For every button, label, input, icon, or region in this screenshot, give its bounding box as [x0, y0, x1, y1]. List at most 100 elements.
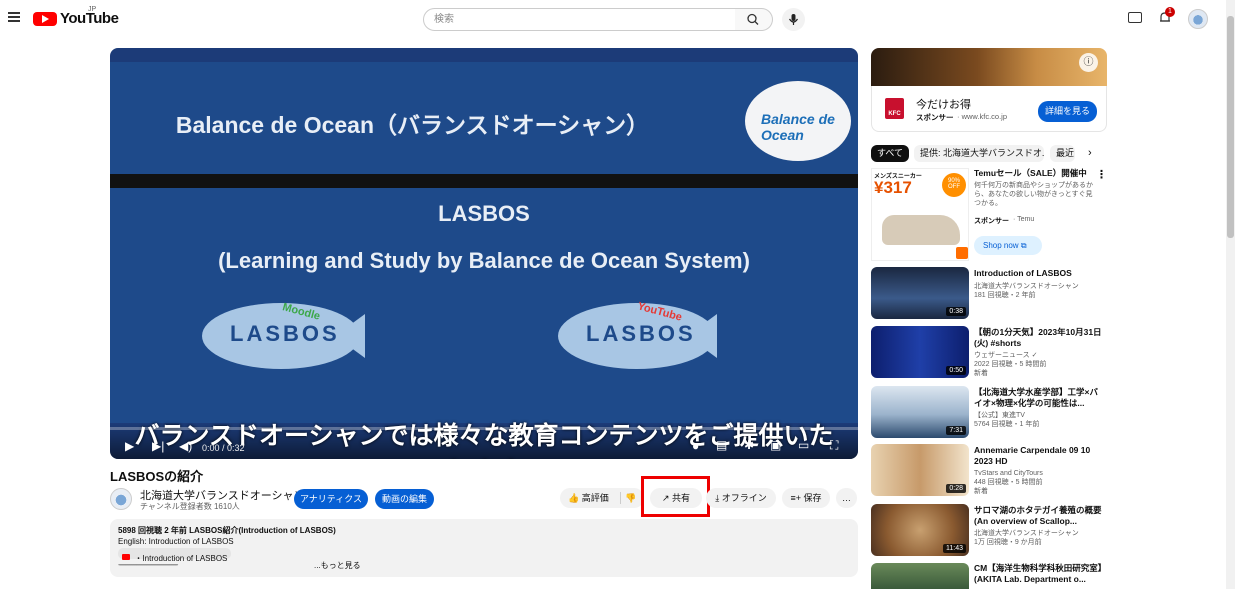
save-label: 保存	[803, 493, 822, 503]
youtube-logo-icon[interactable]	[33, 12, 57, 26]
rec-thumbnail[interactable]: 0:28	[871, 444, 969, 496]
description-divider: ----------------------------------------…	[118, 560, 178, 569]
volume-icon[interactable]: ◀)	[179, 439, 192, 453]
rec-channel[interactable]: 北海道大学バランスドオーシャン	[974, 529, 1102, 538]
balance-de-ocean-logo: Balance de Ocean	[745, 81, 851, 161]
chip-channel[interactable]: 提供: 北海道大学バランスドオ...	[914, 145, 1044, 162]
fullscreen-icon[interactable]: ⛶	[830, 438, 838, 453]
rec-meta: 448 回視聴・5 時間前	[974, 479, 1043, 486]
external-link-icon: ⧉	[1020, 241, 1027, 250]
rec-duration: 11:43	[943, 544, 966, 553]
share-highlight-box	[641, 476, 710, 517]
menu-icon[interactable]	[8, 12, 20, 22]
time-display: 0:00 / 0:32	[202, 443, 245, 453]
rec-title[interactable]: CM【海洋生物科学科秋田研究室】(AKITA Lab. Department o…	[974, 563, 1102, 585]
rec-meta: 181 回視聴・2 年前	[974, 292, 1036, 299]
rec-meta: 1万 回視聴・9 か月前	[974, 539, 1042, 546]
more-actions-button[interactable]: …	[836, 488, 857, 508]
play-icon[interactable]: ▶	[125, 439, 134, 453]
edit-video-button[interactable]: 動画の編集	[375, 489, 434, 509]
more-vert-icon[interactable]: ⋮	[1096, 168, 1107, 181]
rec-thumbnail[interactable]: 11:43	[871, 504, 969, 556]
download-icon: ⤓	[715, 493, 720, 503]
ad-title[interactable]: 今だけお得	[916, 96, 971, 112]
video-player[interactable]: Balance de Ocean（バランスドオーシャン） Balance de …	[110, 48, 858, 459]
account-avatar[interactable]	[1188, 9, 1208, 29]
rec-channel[interactable]: 【公式】東進TV	[974, 411, 1102, 420]
offline-label: オフライン	[721, 493, 767, 503]
rec-thumbnail[interactable]: 0:50	[871, 326, 969, 378]
show-more-link[interactable]: ...もっと見る	[314, 560, 361, 571]
region-label: JP	[88, 6, 97, 13]
rec-channel[interactable]: TvStars and CityTours	[974, 469, 1102, 478]
thumbs-down-icon[interactable]: 👎	[625, 488, 636, 508]
chip-all[interactable]: すべて	[871, 145, 910, 162]
miniplayer-icon[interactable]: ▣	[770, 438, 781, 452]
like-dislike-group: 👍 高評価 👎	[560, 488, 644, 508]
autoplay-icon[interactable]: ●	[692, 439, 699, 453]
captions-icon[interactable]: ▤	[716, 438, 727, 452]
rec-duration: 0:38	[946, 307, 966, 316]
notification-badge: 1	[1165, 7, 1175, 17]
rec-duration: 7:31	[946, 426, 966, 435]
rec-thumbnail[interactable]	[871, 563, 969, 589]
temu-sponsor-label: スポンサー	[974, 218, 1009, 225]
ad-sponsor-label: スポンサー	[916, 113, 954, 122]
rec-title[interactable]: Introduction of LASBOS	[974, 268, 1102, 279]
fish-label: LASBOS	[586, 321, 696, 346]
slide-lasbos-title: LASBOS	[438, 201, 530, 226]
save-button[interactable]: ≡+ 保存	[782, 488, 830, 508]
like-label[interactable]: 高評価	[582, 493, 609, 503]
rec-duration: 0:50	[946, 366, 966, 375]
rec-thumbnail[interactable]: 7:31	[871, 386, 969, 438]
ad-domain: · www.kfc.co.jp	[957, 112, 1008, 121]
logo-text: Balance de Ocean	[761, 111, 835, 143]
ad-cta-button[interactable]: 詳細を見る	[1038, 101, 1097, 122]
youtube-small-icon	[122, 553, 130, 560]
rec-title[interactable]: サロマ湖のホタテガイ養殖の概要(An overview of Scallop..…	[974, 505, 1102, 527]
temu-price: ¥317	[874, 178, 912, 197]
temu-description: 何千何万の新商品やショップがあるから、あなたの欲しい物がきっとすぐ見つかる。	[974, 182, 1093, 207]
temu-title[interactable]: Temuセール（SALE）開催中	[974, 168, 1102, 179]
rec-title[interactable]: 【朝の1分天気】2023年10月31日(火) #shorts	[974, 327, 1102, 349]
search-button[interactable]	[735, 8, 773, 31]
rec-title[interactable]: 【北海道大学水産学部】工学×バイオ×物理×化学の可能性は...	[974, 387, 1102, 409]
subscriber-count: チャンネル登録者数 1610人	[140, 502, 240, 511]
offline-button[interactable]: ⤓ オフライン	[706, 488, 776, 508]
ad-info-icon[interactable]: ⓘ	[1079, 53, 1098, 72]
rec-channel[interactable]: ウェザーニュース ✓	[974, 351, 1102, 360]
voice-search-button[interactable]	[782, 8, 805, 31]
playlist-chip[interactable]: ・Introduction of LASBOS	[118, 548, 232, 563]
channel-avatar[interactable]	[110, 488, 132, 510]
search-icon	[747, 13, 759, 25]
rec-thumbnail[interactable]: 0:38	[871, 267, 969, 319]
temu-shop-now-button[interactable]: Shop now ⧉	[974, 236, 1042, 255]
rec-channel[interactable]: 北海道大学バランスドオーシャン	[974, 282, 1102, 291]
rec-meta: 5764 回視聴・1 年前	[974, 421, 1040, 428]
thumbs-up-icon[interactable]: 👍	[568, 493, 579, 503]
sneaker-image	[882, 215, 960, 245]
kfc-logo: KFC	[885, 98, 904, 119]
next-icon[interactable]: ▶|	[152, 439, 164, 453]
search-input[interactable]: 検索	[423, 8, 736, 31]
theater-icon[interactable]: ▭	[798, 438, 809, 452]
description-box[interactable]: 5898 回視聴 2 年前 LASBOS紹介(Introduction of L…	[110, 519, 858, 577]
chevron-right-icon[interactable]: ›	[1088, 147, 1092, 159]
ad-banner-image[interactable]	[871, 48, 1107, 86]
analytics-button[interactable]: アナリティクス	[294, 489, 368, 509]
create-icon[interactable]	[1128, 12, 1142, 23]
chip-recent[interactable]: 最近	[1050, 145, 1075, 162]
scrollbar-thumb[interactable]	[1227, 16, 1234, 238]
settings-icon[interactable]: ✱	[744, 438, 754, 452]
temu-logo-icon	[956, 247, 968, 259]
video-title: LASBOSの紹介	[110, 469, 204, 484]
top-bar: YouTube JP 検索 1	[0, 0, 1235, 38]
slide-title: Balance de Ocean（バランスドオーシャン）	[175, 112, 650, 138]
rec-title[interactable]: Annemarie Carpendale 09 10 2023 HD	[974, 445, 1102, 467]
temu-discount-badge: 90% OFF	[942, 173, 966, 197]
slide-lasbos-subtitle: (Learning and Study by Balance de Ocean …	[218, 248, 750, 273]
fish-label: LASBOS	[230, 321, 340, 346]
progress-bar[interactable]	[110, 427, 858, 430]
slide-divider	[110, 174, 858, 188]
temu-ad-image[interactable]: メンズスニーカー ¥317 90% OFF	[871, 168, 969, 261]
